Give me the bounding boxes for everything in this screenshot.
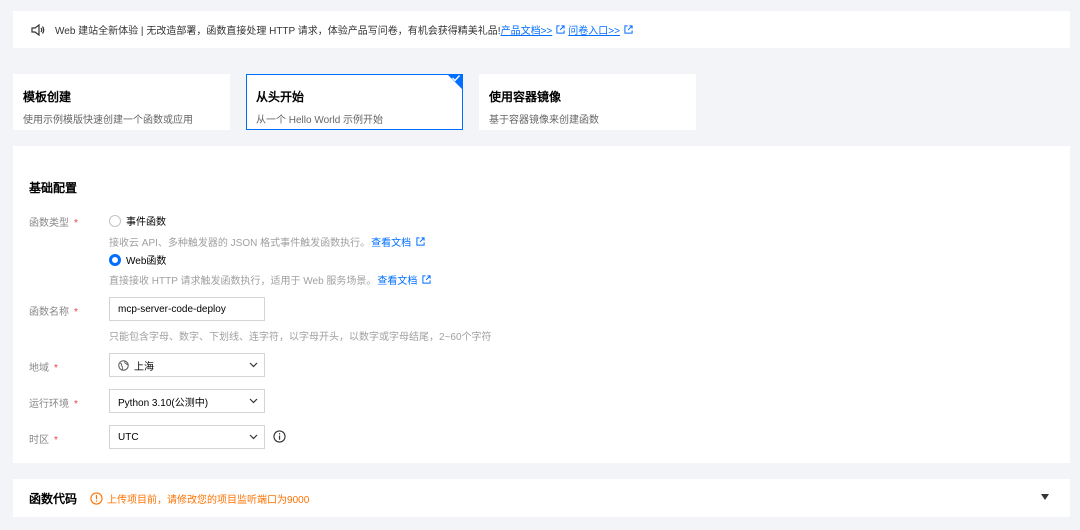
view-docs-link[interactable]: 查看文档 xyxy=(371,234,411,249)
web-function-help: 直接接收 HTTP 请求触发函数执行，适用于 Web 服务场景。 查看文档 xyxy=(109,272,432,287)
function-name-input[interactable]: mcp-server-code-deploy xyxy=(109,297,265,321)
region-label: 地域 * xyxy=(29,363,58,374)
port-warning-text: 上传项目前，请修改您的项目监听端口为9000 xyxy=(107,494,310,506)
external-link-icon xyxy=(556,25,565,34)
method-card-desc: 基于容器镜像来创建函数 xyxy=(489,115,599,126)
chevron-down-icon xyxy=(249,434,258,440)
timezone-value: UTC xyxy=(118,431,139,443)
product-docs-link[interactable]: 产品文档>> xyxy=(501,22,553,37)
function-name-label: 函数名称 * xyxy=(29,307,78,318)
method-card-desc: 使用示例模版快速创建一个函数或应用 xyxy=(23,115,193,126)
globe-icon xyxy=(118,359,129,371)
timezone-label: 时区 * xyxy=(29,435,58,446)
section-title: 基础配置 xyxy=(29,181,78,195)
radio-button-checked[interactable] xyxy=(109,253,121,266)
radio-button[interactable] xyxy=(109,214,121,227)
function-name-help: 只能包含字母、数字、下划线、连字符，以字母开头，以数字或字母结尾，2~60个字符 xyxy=(109,332,492,343)
method-card-template[interactable]: 模板创建 使用示例模版快速创建一个函数或应用 xyxy=(13,74,230,130)
warning-icon xyxy=(90,491,103,505)
function-code-section[interactable]: 函数代码 上传项目前，请修改您的项目监听端口为9000 xyxy=(13,479,1070,517)
survey-link[interactable]: 问卷入口>> xyxy=(568,22,620,37)
method-card-title: 模板创建 xyxy=(23,90,72,104)
speaker-icon xyxy=(31,23,45,36)
notice-text: Web 建站全新体验 | 无改造部署，函数直接处理 HTTP 请求，体验产品写问… xyxy=(55,26,501,37)
check-icon xyxy=(452,75,461,82)
basic-config-section: 基础配置 函数类型 * 事件函数 接收云 API、多种触发器的 JSON 格式事件… xyxy=(13,146,1070,463)
region-value: 上海 xyxy=(134,361,154,373)
radio-label: 事件函数 xyxy=(126,217,166,228)
method-card-title: 使用容器镜像 xyxy=(489,90,562,104)
method-card-desc: 从一个 Hello World 示例开始 xyxy=(256,115,384,126)
radio-label: Web函数 xyxy=(126,256,167,267)
radio-event-function[interactable]: 事件函数 xyxy=(109,213,166,228)
chevron-down-icon xyxy=(249,362,258,368)
expand-caret-icon[interactable] xyxy=(1041,494,1049,500)
chevron-down-icon xyxy=(249,398,258,404)
runtime-label: 运行环境 * xyxy=(29,399,78,410)
section-title: 函数代码 xyxy=(29,491,78,506)
event-function-help: 接收云 API、多种触发器的 JSON 格式事件触发函数执行。 查看文档 xyxy=(109,234,425,249)
info-icon[interactable] xyxy=(273,430,286,443)
radio-web-function[interactable]: Web函数 xyxy=(109,252,166,267)
external-link-icon xyxy=(624,25,633,34)
external-link-icon xyxy=(416,237,425,246)
region-select[interactable]: 上海 xyxy=(109,353,265,377)
function-type-label: 函数类型 * xyxy=(29,218,78,229)
runtime-select[interactable]: Python 3.10(公测中) xyxy=(109,389,265,413)
method-card-container-image[interactable]: 使用容器镜像 基于容器镜像来创建函数 xyxy=(479,74,696,130)
method-card-title: 从头开始 xyxy=(256,90,305,104)
notice-bar: Web 建站全新体验 | 无改造部署，函数直接处理 HTTP 请求，体验产品写问… xyxy=(13,11,1070,48)
timezone-select[interactable]: UTC xyxy=(109,425,265,449)
runtime-value: Python 3.10(公测中) xyxy=(118,397,209,409)
external-link-icon xyxy=(422,275,432,284)
method-card-from-scratch[interactable]: 从头开始 从一个 Hello World 示例开始 xyxy=(246,74,463,130)
view-docs-link[interactable]: 查看文档 xyxy=(377,272,417,287)
